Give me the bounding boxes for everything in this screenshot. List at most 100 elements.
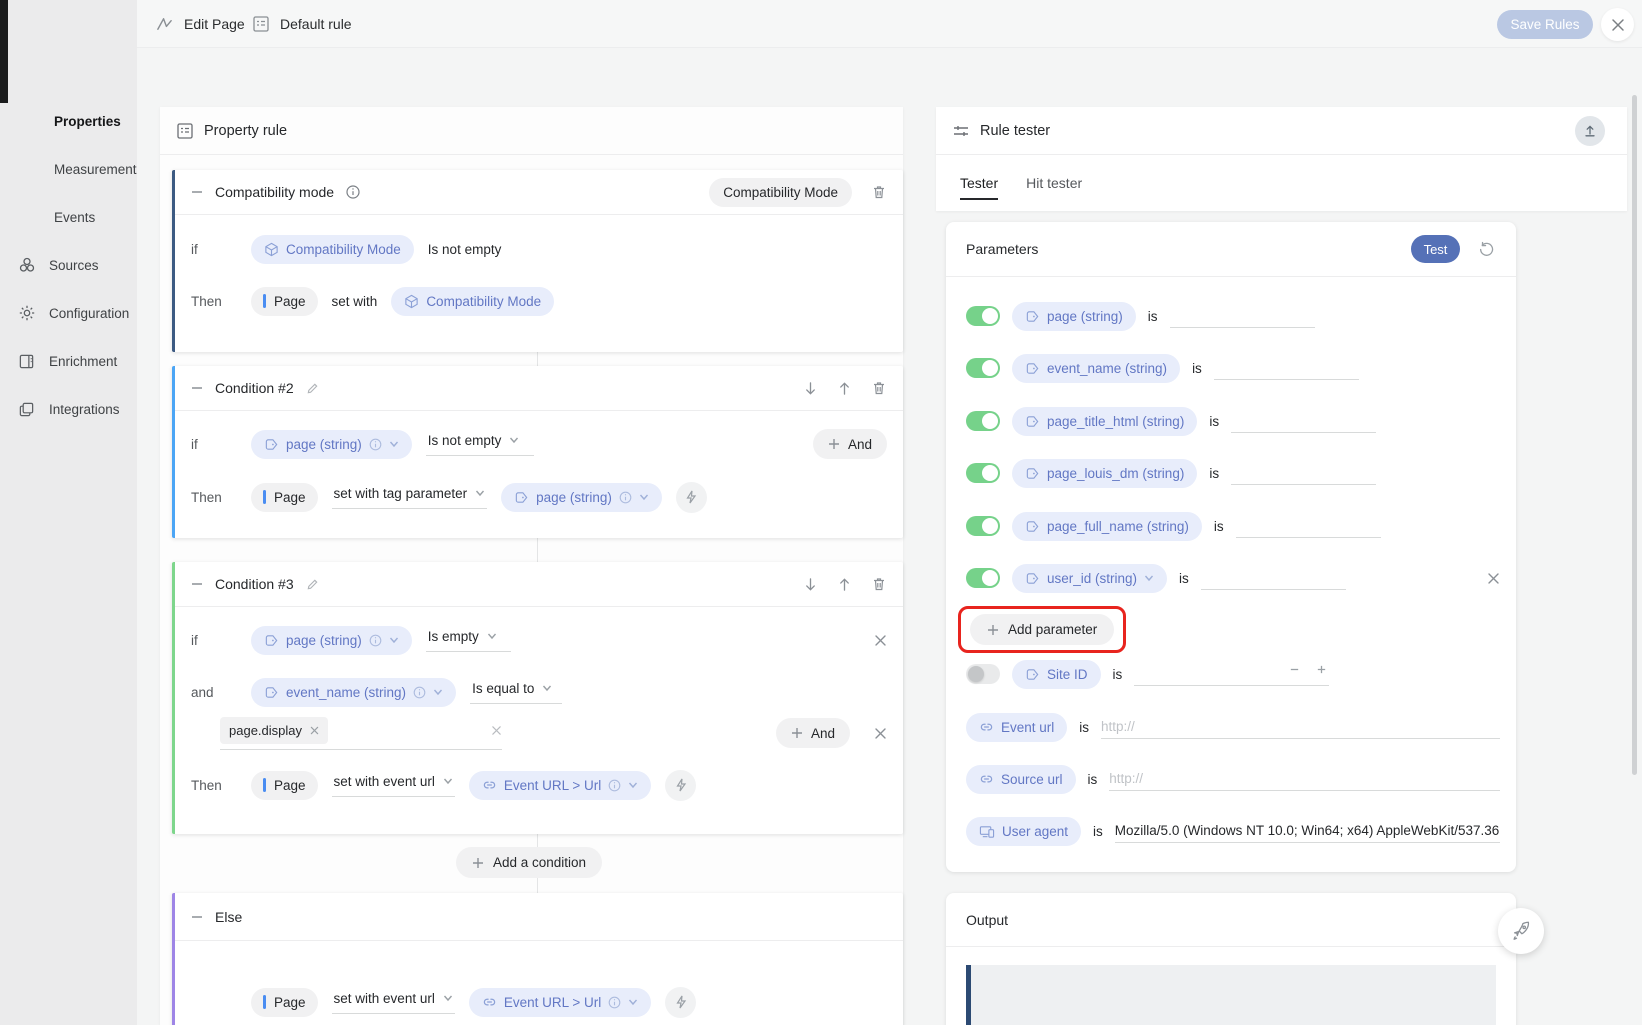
export-upload-icon[interactable] bbox=[1575, 116, 1605, 146]
clear-field-icon[interactable] bbox=[491, 725, 502, 736]
toggle-on[interactable] bbox=[966, 306, 1000, 326]
info-icon[interactable] bbox=[413, 686, 426, 699]
parameter-pill[interactable]: page_louis_dm (string) bbox=[1012, 459, 1197, 488]
property-pill-page-string[interactable]: page (string) bbox=[251, 430, 412, 459]
move-down-icon[interactable] bbox=[803, 381, 818, 396]
toggle-on[interactable] bbox=[966, 516, 1000, 536]
property-pill-page-string[interactable]: page (string) bbox=[501, 483, 662, 512]
parameter-pill[interactable]: page_title_html (string) bbox=[1012, 407, 1197, 436]
target-pill-page[interactable]: Page bbox=[251, 287, 318, 316]
move-up-icon[interactable] bbox=[837, 381, 852, 396]
trash-icon[interactable] bbox=[871, 184, 887, 200]
close-icon[interactable] bbox=[1601, 8, 1634, 41]
info-icon[interactable] bbox=[346, 185, 360, 199]
mode-dropdown[interactable]: set with event url bbox=[332, 774, 455, 797]
dynamic-value-bolt-icon[interactable] bbox=[665, 770, 696, 801]
property-pill-event-name[interactable]: event_name (string) bbox=[251, 678, 456, 707]
pencil-icon[interactable] bbox=[306, 578, 319, 591]
toggle-on[interactable] bbox=[966, 411, 1000, 431]
source-url-pill[interactable]: Source url bbox=[966, 765, 1076, 794]
reset-icon[interactable] bbox=[1472, 235, 1500, 263]
remove-chip-icon[interactable] bbox=[310, 726, 319, 735]
user-agent-pill[interactable]: User agent bbox=[966, 817, 1081, 846]
vertical-scrollbar[interactable] bbox=[1632, 95, 1637, 775]
sidebar-item-configuration[interactable]: Configuration bbox=[0, 289, 137, 337]
trash-icon[interactable] bbox=[871, 576, 887, 592]
breadcrumb-edit-page[interactable]: Edit Page bbox=[155, 0, 245, 48]
stepper-plus-icon[interactable] bbox=[1316, 664, 1327, 675]
parameter-pill[interactable]: page (string) bbox=[1012, 302, 1136, 331]
info-icon[interactable] bbox=[369, 438, 382, 451]
collapse-minus-icon[interactable] bbox=[191, 578, 203, 590]
property-pill-event-url[interactable]: Event URL > Url bbox=[469, 771, 651, 800]
tab-hit-tester[interactable]: Hit tester bbox=[1026, 155, 1082, 210]
rocket-assistant-icon[interactable] bbox=[1498, 908, 1544, 954]
property-pill-compatibility-mode[interactable]: Compatibility Mode bbox=[391, 287, 554, 316]
mode-dropdown[interactable]: set with tag parameter bbox=[332, 486, 488, 509]
move-up-icon[interactable] bbox=[837, 577, 852, 592]
parameter-value-input[interactable] bbox=[1231, 409, 1376, 433]
parameter-pill[interactable]: event_name (string) bbox=[1012, 354, 1180, 383]
parameter-value-input[interactable] bbox=[1231, 461, 1376, 485]
toggle-on[interactable] bbox=[966, 463, 1000, 483]
info-icon[interactable] bbox=[619, 491, 632, 504]
toggle-on[interactable] bbox=[966, 358, 1000, 378]
site-id-pill[interactable]: Site ID bbox=[1012, 660, 1101, 689]
source-url-input[interactable] bbox=[1109, 767, 1500, 791]
breadcrumb-default-rule[interactable]: Default rule bbox=[252, 0, 352, 48]
values-field[interactable]: page.display bbox=[220, 717, 502, 750]
parameter-pill[interactable]: user_id (string) bbox=[1012, 564, 1167, 593]
sidebar-item-sources[interactable]: Sources bbox=[0, 241, 137, 289]
parameter-value-input[interactable] bbox=[1214, 356, 1359, 380]
mode-dropdown[interactable]: set with event url bbox=[332, 991, 455, 1014]
operator-dropdown[interactable]: Is equal to bbox=[470, 681, 562, 704]
remove-condition-row-icon[interactable] bbox=[874, 634, 887, 647]
collapse-minus-icon[interactable] bbox=[191, 186, 203, 198]
remove-parameter-icon[interactable] bbox=[1487, 572, 1500, 585]
parameter-value-input[interactable] bbox=[1170, 304, 1315, 328]
add-and-button[interactable]: And bbox=[813, 429, 887, 459]
property-pill-page-string[interactable]: page (string) bbox=[251, 626, 412, 655]
stepper-minus-icon[interactable] bbox=[1289, 664, 1300, 675]
target-pill-page[interactable]: Page bbox=[251, 988, 318, 1017]
edit-page-label: Edit Page bbox=[184, 16, 245, 32]
operator-dropdown[interactable]: Is not empty bbox=[426, 433, 534, 456]
tab-tester[interactable]: Tester bbox=[960, 155, 998, 210]
dynamic-value-bolt-icon[interactable] bbox=[676, 482, 707, 513]
operator-dropdown[interactable]: Is empty bbox=[426, 629, 511, 652]
parameter-value-input[interactable] bbox=[1201, 566, 1346, 590]
add-and-button[interactable]: And bbox=[776, 718, 850, 748]
parameter-pill[interactable]: page_full_name (string) bbox=[1012, 512, 1202, 541]
parameter-value-input[interactable] bbox=[1236, 514, 1381, 538]
trash-icon[interactable] bbox=[871, 380, 887, 396]
sidebar-item-properties[interactable]: Properties bbox=[0, 97, 137, 145]
parameters-card: Parameters Test page (string) is bbox=[946, 222, 1516, 872]
info-icon[interactable] bbox=[608, 779, 621, 792]
move-down-icon[interactable] bbox=[803, 577, 818, 592]
add-parameter-button[interactable]: Add parameter bbox=[970, 614, 1114, 645]
sidebar-item-events[interactable]: Events bbox=[0, 193, 137, 241]
value-chip[interactable]: page.display bbox=[220, 717, 328, 744]
collapse-minus-icon[interactable] bbox=[191, 382, 203, 394]
toggle-off[interactable] bbox=[966, 664, 1000, 684]
info-icon[interactable] bbox=[369, 634, 382, 647]
property-pill-event-url[interactable]: Event URL > Url bbox=[469, 988, 651, 1017]
pencil-icon[interactable] bbox=[306, 382, 319, 395]
add-condition-button[interactable]: Add a condition bbox=[456, 847, 602, 878]
property-pill-compatibility-mode[interactable]: Compatibility Mode bbox=[251, 235, 414, 264]
collapse-minus-icon[interactable] bbox=[191, 911, 203, 923]
event-url-input[interactable] bbox=[1101, 715, 1500, 739]
save-rules-button[interactable]: Save Rules bbox=[1497, 10, 1593, 39]
user-agent-input[interactable] bbox=[1115, 819, 1500, 843]
sidebar-item-enrichment[interactable]: Enrichment bbox=[0, 337, 137, 385]
event-url-pill[interactable]: Event url bbox=[966, 713, 1067, 742]
test-button[interactable]: Test bbox=[1411, 235, 1460, 263]
info-icon[interactable] bbox=[608, 996, 621, 1009]
sidebar-item-integrations[interactable]: Integrations bbox=[0, 385, 137, 433]
remove-condition-row-icon[interactable] bbox=[874, 727, 887, 740]
dynamic-value-bolt-icon[interactable] bbox=[665, 987, 696, 1018]
toggle-on[interactable] bbox=[966, 568, 1000, 588]
sidebar-item-measurements[interactable]: Measurements bbox=[0, 145, 137, 193]
target-pill-page[interactable]: Page bbox=[251, 483, 318, 512]
target-pill-page[interactable]: Page bbox=[251, 771, 318, 800]
